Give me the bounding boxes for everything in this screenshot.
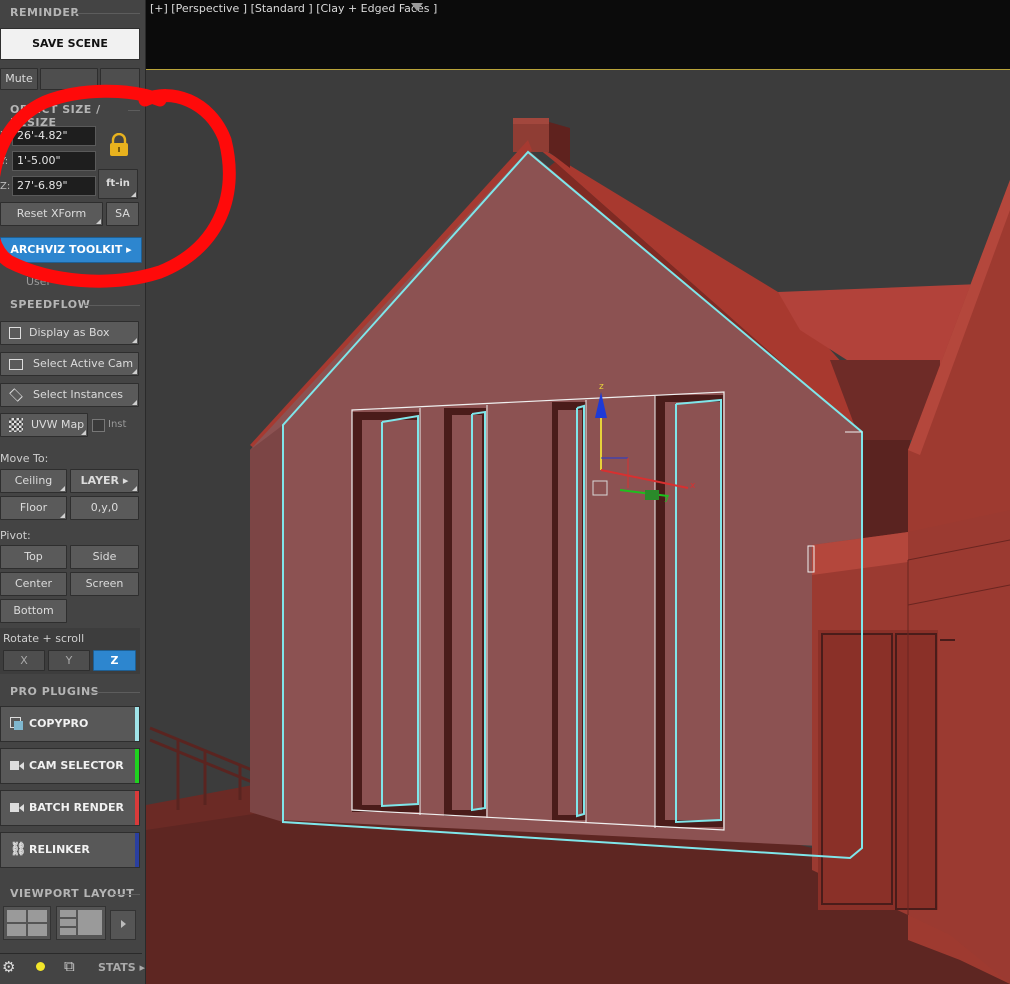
reminder-button-3[interactable]	[100, 68, 140, 90]
viewport-label[interactable]: [+] [Perspective ] [Standard ] [Clay + E…	[150, 2, 437, 15]
copy-icon	[10, 717, 24, 730]
ceiling-button[interactable]: Ceiling	[0, 469, 67, 493]
camera-icon	[10, 759, 24, 772]
copypro-button[interactable]: COPYPRO	[0, 706, 140, 742]
checker-icon	[9, 418, 23, 432]
display-as-box-button[interactable]: Display as Box	[0, 321, 139, 345]
floor-button[interactable]: Floor	[0, 496, 67, 520]
gizmo-x-label: x	[690, 481, 696, 491]
reminder-button-2[interactable]	[40, 68, 98, 90]
cube-icon	[9, 327, 21, 339]
pivot-top-button[interactable]: Top	[0, 545, 67, 569]
sa-button[interactable]: SA	[106, 202, 139, 226]
layout-three-button[interactable]	[56, 906, 106, 940]
status-dot-icon[interactable]	[36, 962, 45, 971]
mute-button[interactable]: Mute	[0, 68, 38, 90]
object-size-header: OBJECT SIZE / RESIZE	[0, 102, 142, 129]
stats-button[interactable]: STATS ▸	[98, 961, 145, 974]
filter-icon[interactable]	[411, 3, 423, 11]
inst-checkbox[interactable]	[92, 419, 105, 432]
user-scripts-label: User Scripts	[26, 275, 52, 287]
layout-quad-button[interactable]	[3, 906, 51, 940]
size-z-field[interactable]: 27'-6.89"	[12, 176, 96, 196]
gizmo-y-label: y	[664, 493, 670, 503]
rotate-y-button[interactable]: Y	[48, 650, 90, 671]
instances-icon	[9, 388, 23, 402]
viewport-scene[interactable]: z x y	[146, 0, 1010, 984]
lock-icon[interactable]	[108, 133, 130, 157]
move-zero-button[interactable]: 0,y,0	[70, 496, 139, 520]
inst-label: Inst	[108, 419, 127, 430]
size-y-field[interactable]: 1'-5.00"	[12, 151, 96, 171]
rotate-z-button[interactable]: Z	[93, 650, 136, 671]
uvw-map-button[interactable]: UVW Map	[0, 413, 88, 437]
pivot-side-button[interactable]: Side	[70, 545, 139, 569]
viewport-layout-header: VIEWPORT LAYOUT	[0, 886, 142, 902]
y-label: Y:	[0, 156, 9, 167]
pivot-screen-button[interactable]: Screen	[70, 572, 139, 596]
layout-more-button[interactable]	[110, 910, 136, 940]
select-instances-button[interactable]: Select Instances	[0, 383, 139, 407]
size-x-field[interactable]: 26'-4.82"	[12, 126, 96, 146]
pivot-label: Pivot:	[0, 529, 31, 542]
move-to-label: Move To:	[0, 452, 49, 465]
rotate-scroll-label: Rotate + scroll	[3, 632, 85, 645]
z-label: Z:	[0, 181, 11, 192]
batch-render-button[interactable]: BATCH RENDER	[0, 790, 140, 826]
layer-button[interactable]: LAYER ▸	[70, 469, 139, 493]
gizmo-z-label: z	[599, 382, 604, 392]
unit-ft-in-button[interactable]: ft-in	[98, 169, 138, 199]
command-panel: REMINDER SAVE SCENE Mute OBJECT SIZE / R…	[0, 0, 146, 984]
camera-icon	[9, 359, 23, 370]
reset-xform-button[interactable]: Reset XForm	[0, 202, 103, 226]
select-active-cam-button[interactable]: Select Active Cam	[0, 352, 139, 376]
save-scene-button[interactable]: SAVE SCENE	[0, 28, 140, 60]
layers-icon[interactable]: ⧉	[64, 957, 75, 975]
archviz-toolkit-button[interactable]: ARCHVIZ TOOLKIT ▸	[0, 237, 142, 263]
link-icon: ⛓	[10, 842, 27, 857]
perspective-viewport[interactable]: z x y [+] [Perspective ] [Standard ] [Cl…	[146, 0, 1010, 984]
pivot-bottom-button[interactable]: Bottom	[0, 599, 67, 623]
x-label: X:	[0, 130, 11, 141]
cam-selector-button[interactable]: CAM SELECTOR	[0, 748, 140, 784]
pivot-center-button[interactable]: Center	[0, 572, 67, 596]
pro-plugins-header: PRO PLUGINS	[0, 684, 142, 700]
render-camera-icon	[10, 801, 24, 814]
rotate-x-button[interactable]: X	[3, 650, 45, 671]
settings-icon[interactable]: ⚙	[2, 958, 15, 976]
reminder-header: REMINDER	[0, 5, 142, 21]
relinker-button[interactable]: ⛓ RELINKER	[0, 832, 140, 868]
speedflow-header: SPEEDFLOW	[0, 297, 142, 313]
